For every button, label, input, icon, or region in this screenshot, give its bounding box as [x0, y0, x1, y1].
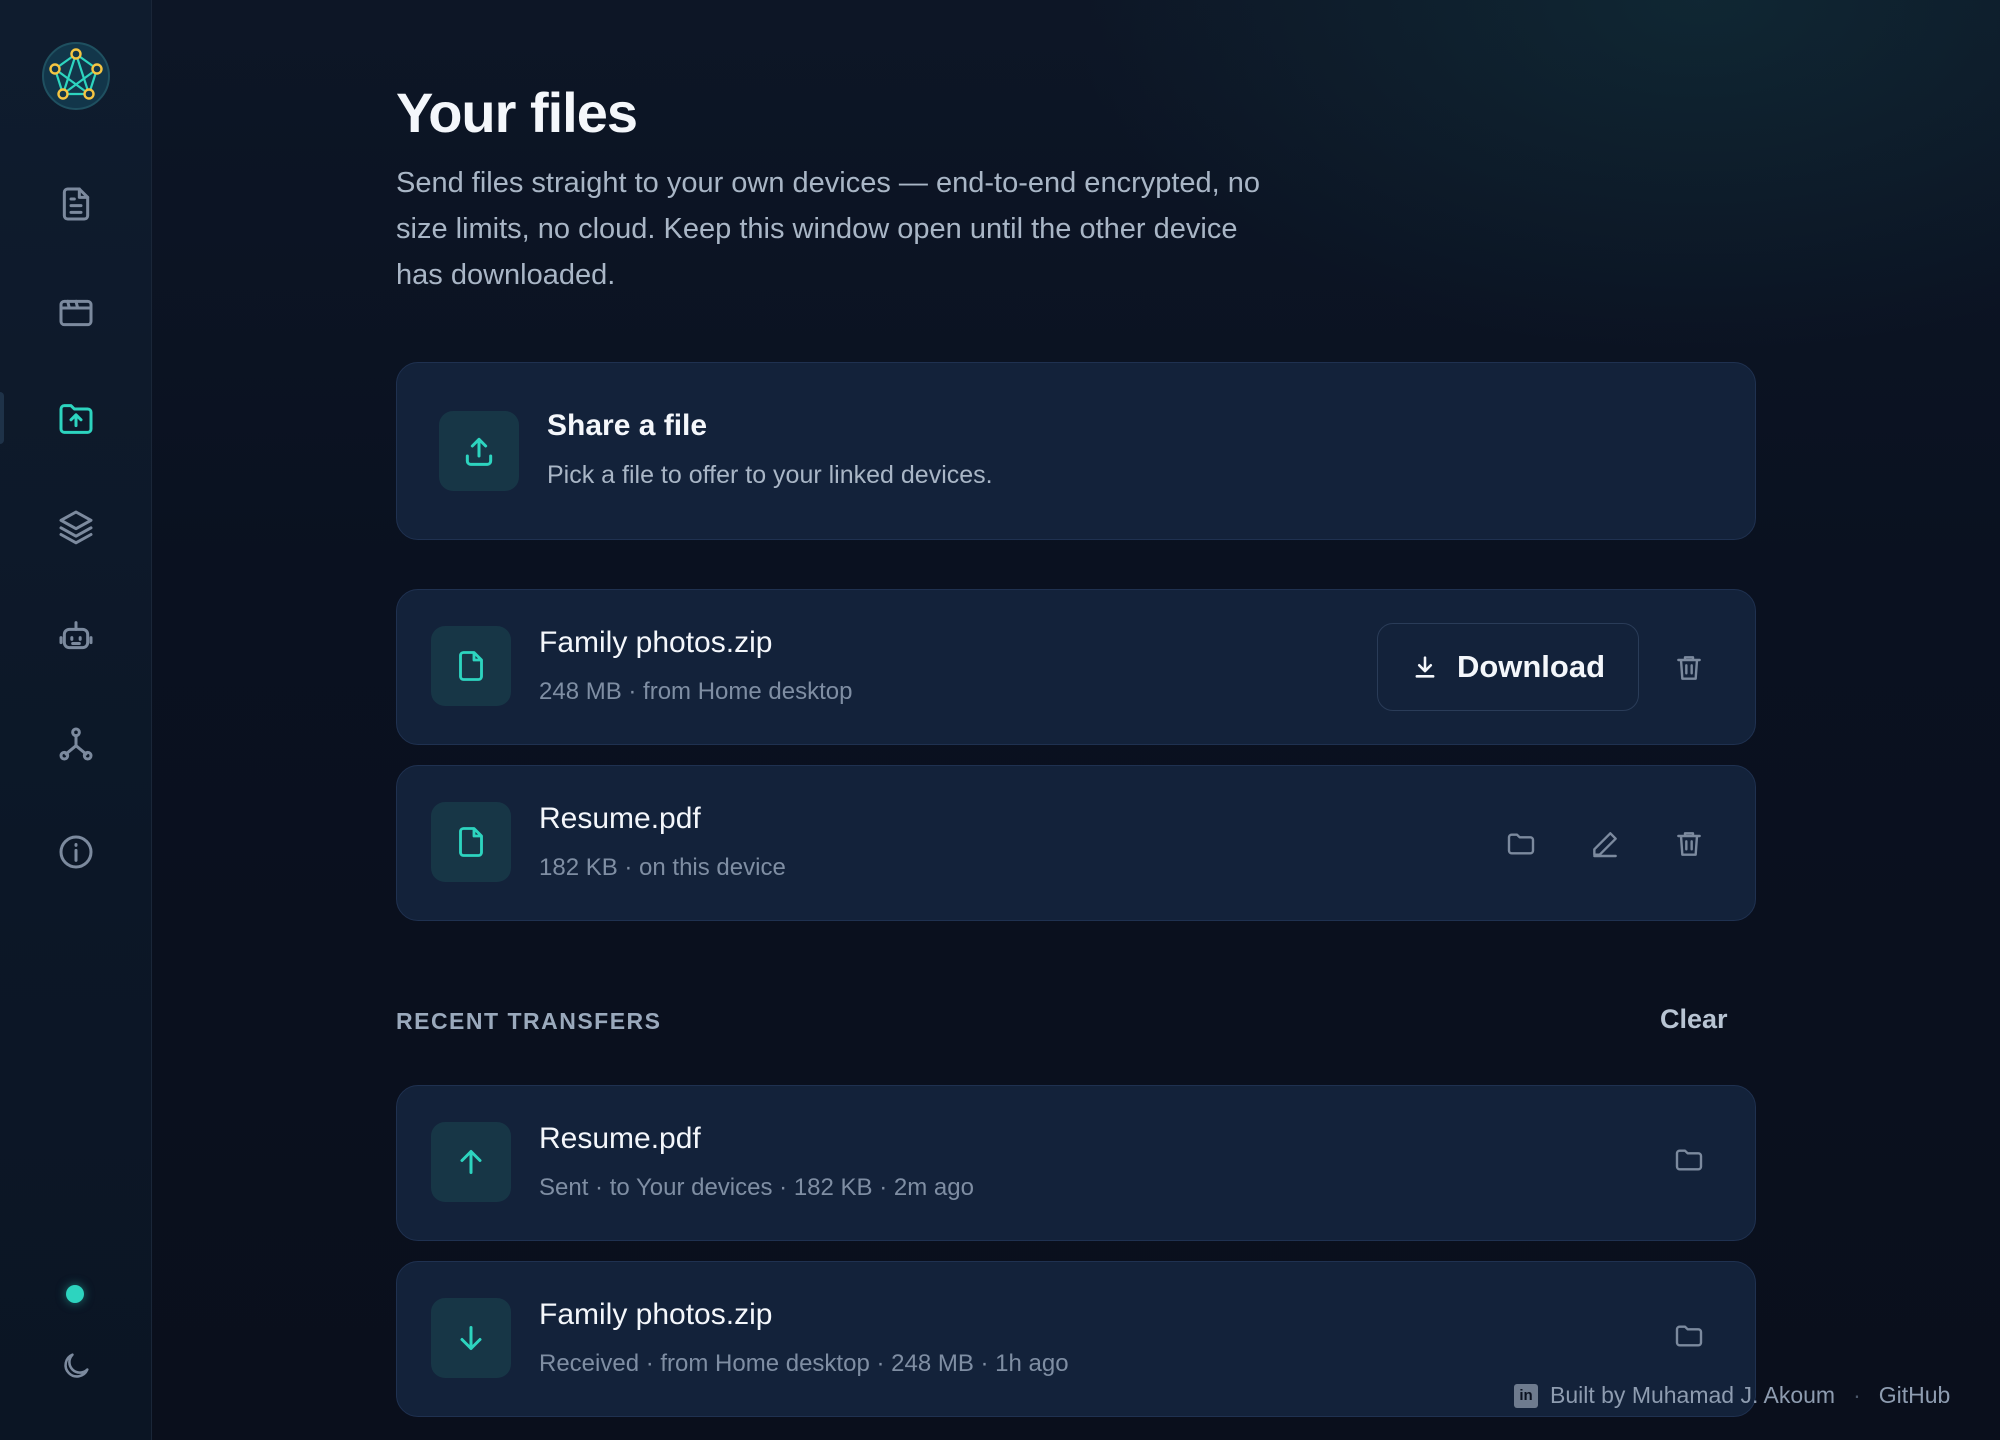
- network-logo-icon[interactable]: [41, 41, 111, 111]
- nav-info[interactable]: [46, 822, 106, 882]
- section-label-recent-transfers: RECENT TRANSFERS: [396, 1008, 662, 1034]
- file-name: Family photos.zip: [539, 626, 773, 659]
- file-row: Family photos.zip 248 MB · from Home des…: [396, 589, 1756, 745]
- upload-icon: [439, 411, 519, 491]
- pencil-icon: [1593, 832, 1617, 858]
- theme-toggle-button[interactable]: [56, 1346, 96, 1386]
- file-meta: 248 MB · from Home desktop: [539, 678, 853, 705]
- file-meta: 182 KB · on this device: [539, 854, 786, 881]
- trash-icon: [1677, 656, 1701, 680]
- nav-robot[interactable]: [46, 606, 106, 666]
- page-title: Your files: [396, 81, 638, 144]
- linkedin-icon[interactable]: in: [1514, 1383, 1538, 1408]
- author-credit-link[interactable]: Built by Muhamad J. Akoum: [1550, 1382, 1835, 1409]
- delete-button[interactable]: [1665, 820, 1713, 868]
- folder-icon: [1507, 833, 1535, 855]
- download-label: Download: [1456, 649, 1606, 684]
- nav-network[interactable]: [46, 714, 106, 774]
- robot-icon: [59, 621, 93, 650]
- file-upload-icon: [59, 404, 93, 434]
- file-icon: [431, 802, 511, 882]
- download-button[interactable]: Download: [1377, 623, 1639, 711]
- transfer-meta: Received · from Home desktop · 248 MB · …: [539, 1350, 1069, 1377]
- download-icon: [1415, 656, 1435, 678]
- nav-document[interactable]: [46, 174, 106, 234]
- sidebar: [0, 0, 152, 1440]
- arrow-down-icon: [431, 1298, 511, 1378]
- folder-icon: [1675, 1325, 1703, 1347]
- transfer-row: Resume.pdf Sent · to Your devices · 182 …: [396, 1085, 1756, 1241]
- folder-icon: [1675, 1149, 1703, 1171]
- file-icon: [431, 626, 511, 706]
- page-description: Send files straight to your own devices …: [396, 167, 1261, 291]
- arrow-up-icon: [431, 1122, 511, 1202]
- footer: in Built by Muhamad J. Akoum · GitHub: [1514, 1382, 1950, 1409]
- moon-icon: [64, 1353, 89, 1378]
- nav-files[interactable]: [46, 389, 106, 449]
- active-indicator: [0, 392, 4, 444]
- delete-button[interactable]: [1665, 644, 1713, 692]
- layers-icon: [59, 510, 93, 545]
- clear-button[interactable]: Clear: [1660, 1004, 1728, 1035]
- open-folder-button[interactable]: [1665, 1136, 1713, 1184]
- share-file-card[interactable]: Share a file Pick a file to offer to you…: [396, 362, 1756, 540]
- transfer-meta: Sent · to Your devices · 182 KB · 2m ago: [539, 1174, 974, 1201]
- nav-browser-window[interactable]: [46, 283, 106, 343]
- network-icon: [59, 727, 93, 761]
- file-name: Resume.pdf: [539, 802, 701, 835]
- open-folder-button[interactable]: [1665, 1312, 1713, 1360]
- app-window: Your files Send files straight to your o…: [0, 0, 2000, 1440]
- document-icon: [62, 187, 90, 221]
- rename-button[interactable]: [1581, 820, 1629, 868]
- transfer-name: Family photos.zip: [539, 1298, 773, 1331]
- browser-window-icon: [59, 299, 93, 327]
- info-icon: [59, 835, 93, 869]
- open-folder-button[interactable]: [1497, 820, 1545, 868]
- connection-status-dot: [66, 1285, 84, 1303]
- transfer-name: Resume.pdf: [539, 1122, 701, 1155]
- footer-separator: ·: [1853, 1382, 1861, 1408]
- file-row: Resume.pdf 182 KB · on this device: [396, 765, 1756, 921]
- trash-icon: [1677, 832, 1701, 856]
- share-title: Share a file: [547, 409, 708, 442]
- share-subtitle: Pick a file to offer to your linked devi…: [547, 461, 993, 489]
- nav-layers[interactable]: [46, 497, 106, 557]
- github-link[interactable]: GitHub: [1879, 1382, 1951, 1409]
